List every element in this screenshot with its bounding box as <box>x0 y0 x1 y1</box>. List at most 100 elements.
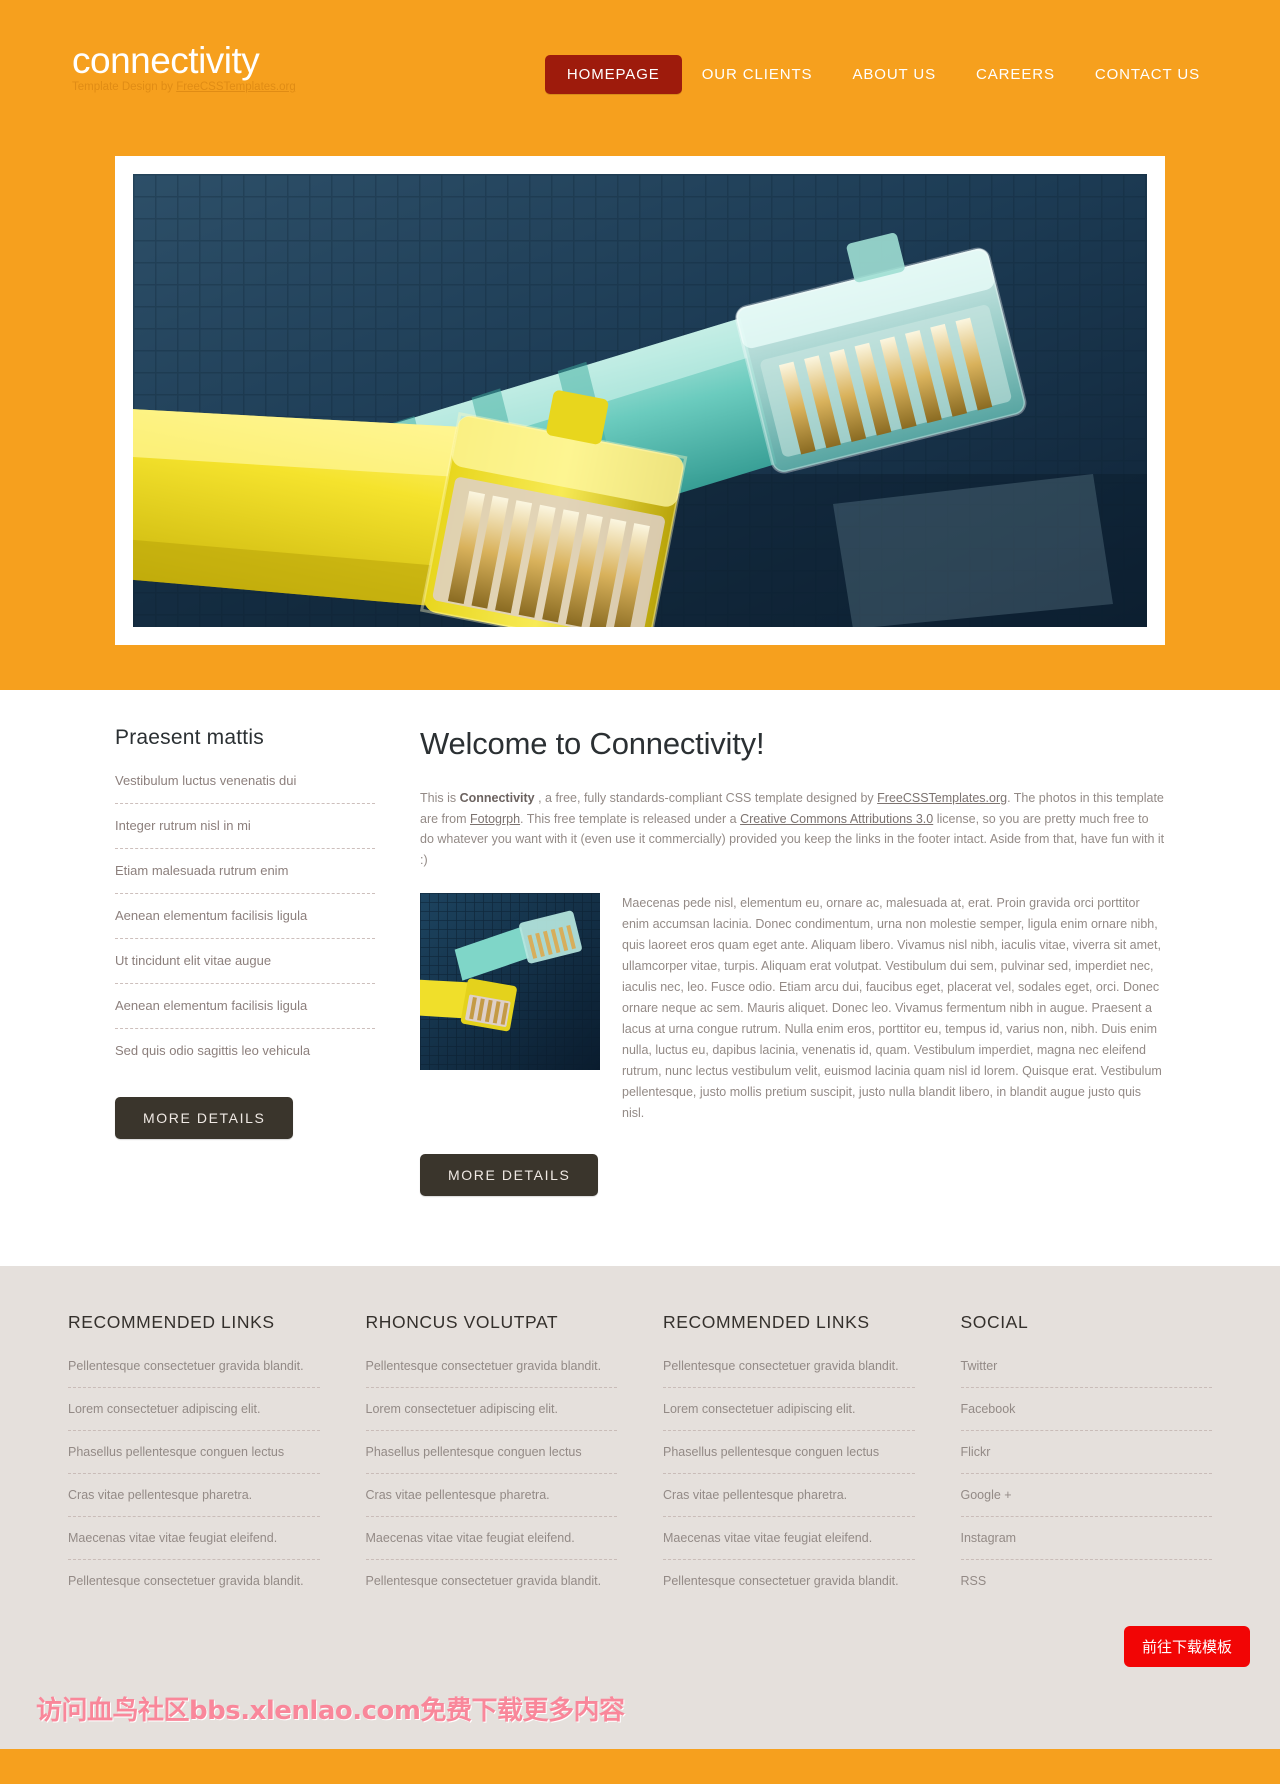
footer-link[interactable]: Lorem consectetuer adipiscing elit. <box>68 1402 260 1416</box>
footer-link[interactable]: Phasellus pellentesque conguen lectus <box>68 1445 284 1459</box>
footer-link[interactable]: Pellentesque consectetuer gravida blandi… <box>68 1359 304 1373</box>
list-item[interactable]: Pellentesque consectetuer gravida blandi… <box>365 1357 617 1388</box>
freecsstemplates-link[interactable]: FreeCSSTemplates.org <box>176 81 296 93</box>
nav-item-contact-us[interactable]: CONTACT US <box>1075 56 1220 93</box>
footer-list: Pellentesque consectetuer gravida blandi… <box>663 1357 915 1602</box>
list-item[interactable]: Phasellus pellentesque conguen lectus <box>663 1443 915 1474</box>
social-link-twitter[interactable]: Twitter <box>961 1359 998 1373</box>
footer-list: Pellentesque consectetuer gravida blandi… <box>365 1357 618 1602</box>
social-link-facebook[interactable]: Facebook <box>961 1402 1016 1416</box>
intro-paragraph: This is Connectivity , a free, fully sta… <box>420 788 1165 871</box>
list-item[interactable]: Sed quis odio sagittis leo vehicula <box>115 1042 375 1073</box>
list-item[interactable]: Flickr <box>960 1443 1212 1474</box>
footer-link[interactable]: Pellentesque consectetuer gravida blandi… <box>68 1574 304 1588</box>
nav-item-homepage[interactable]: HOMEPAGE <box>544 55 682 94</box>
thumbnail-illustration <box>420 892 600 1070</box>
bottom-orange-strip <box>0 1748 1280 1784</box>
footer-link[interactable]: Pellentesque consectetuer gravida blandi… <box>366 1574 602 1588</box>
footer-link[interactable]: Lorem consectetuer adipiscing elit. <box>366 1402 558 1416</box>
footer-list: Twitter Facebook Flickr Google + Instagr… <box>960 1357 1213 1602</box>
footer-heading: SOCIAL <box>960 1311 1029 1332</box>
site-logo-text[interactable]: connectivity <box>72 42 296 79</box>
footer-link[interactable]: Maecenas vitae vitae feugiat eleifend. <box>68 1531 277 1545</box>
list-item[interactable]: Pellentesque consectetuer gravida blandi… <box>68 1572 320 1602</box>
main-content: Praesent mattis Vestibulum luctus venena… <box>0 690 1280 1266</box>
footer-link[interactable]: Cras vitae pellentesque pharetra. <box>366 1488 550 1502</box>
footer-heading: RECOMMENDED LINKS <box>68 1311 275 1332</box>
social-link-instagram[interactable]: Instagram <box>961 1531 1017 1545</box>
list-item[interactable]: Phasellus pellentesque conguen lectus <box>365 1443 617 1474</box>
download-template-button[interactable]: 前往下载模板 <box>1123 1625 1250 1667</box>
main-navigation: HOMEPAGE OUR CLIENTS ABOUT US CAREERS CO… <box>544 55 1220 94</box>
hero-illustration <box>133 174 1147 627</box>
list-item[interactable]: Maecenas vitae vitae feugiat eleifend. <box>663 1529 915 1560</box>
list-item[interactable]: Vestibulum luctus venenatis dui <box>115 772 375 804</box>
list-item[interactable]: Pellentesque consectetuer gravida blandi… <box>663 1357 915 1388</box>
list-item[interactable]: Etiam malesuada rutrum enim <box>115 862 375 894</box>
list-item[interactable]: Cras vitae pellentesque pharetra. <box>365 1486 617 1517</box>
sidebar-more-details-button[interactable]: MORE DETAILS <box>115 1097 294 1139</box>
nav-item-our-clients[interactable]: OUR CLIENTS <box>682 56 833 93</box>
list-item[interactable]: Google + <box>960 1486 1212 1517</box>
footer-link[interactable]: Pellentesque consectetuer gravida blandi… <box>663 1574 899 1588</box>
hero-image <box>133 174 1147 627</box>
list-item[interactable]: Aenean elementum facilisis ligula <box>115 907 375 939</box>
page-title: Welcome to Connectivity! <box>420 726 765 761</box>
sidebar-link[interactable]: Aenean elementum facilisis ligula <box>115 998 307 1013</box>
content-thumbnail <box>420 892 600 1070</box>
footer-link[interactable]: Maecenas vitae vitae feugiat eleifend. <box>366 1531 575 1545</box>
footer-heading: RECOMMENDED LINKS <box>663 1311 870 1332</box>
sidebar-link[interactable]: Ut tincidunt elit vitae augue <box>115 953 271 968</box>
list-item[interactable]: Lorem consectetuer adipiscing elit. <box>68 1400 320 1431</box>
site-footer: RECOMMENDED LINKS Pellentesque consectet… <box>0 1265 1280 1749</box>
footer-link[interactable]: Cras vitae pellentesque pharetra. <box>68 1488 252 1502</box>
list-item[interactable]: Cras vitae pellentesque pharetra. <box>663 1486 915 1517</box>
footer-link[interactable]: Maecenas vitae vitae feugiat eleifend. <box>663 1531 872 1545</box>
footer-link[interactable]: Phasellus pellentesque conguen lectus <box>366 1445 582 1459</box>
list-item[interactable]: Pellentesque consectetuer gravida blandi… <box>663 1572 915 1602</box>
social-link-flickr[interactable]: Flickr <box>961 1445 991 1459</box>
nav-item-careers[interactable]: CAREERS <box>956 56 1075 93</box>
list-item[interactable]: Pellentesque consectetuer gravida blandi… <box>366 1572 618 1602</box>
social-link-google-plus[interactable]: Google + <box>961 1488 1012 1502</box>
footer-link[interactable]: Pellentesque consectetuer gravida blandi… <box>366 1359 602 1373</box>
content-more-details-button[interactable]: MORE DETAILS <box>420 1153 599 1196</box>
footer-link[interactable]: Lorem consectetuer adipiscing elit. <box>663 1402 855 1416</box>
page-root: connectivity Template Design by FreeCSST… <box>0 0 1280 1784</box>
social-link-rss[interactable]: RSS <box>961 1574 987 1588</box>
list-item[interactable]: Instagram <box>960 1529 1212 1560</box>
footer-link[interactable]: Pellentesque consectetuer gravida blandi… <box>663 1359 899 1373</box>
footer-link[interactable]: Cras vitae pellentesque pharetra. <box>663 1488 847 1502</box>
intro-link-fotogrph[interactable]: Fotogrph <box>470 812 520 826</box>
intro-link-freecsstemplates[interactable]: FreeCSSTemplates.org <box>877 791 1007 805</box>
list-item[interactable]: Maecenas vitae vitae feugiat eleifend. <box>365 1529 617 1560</box>
footer-column-social: SOCIAL Twitter Facebook Flickr Google + … <box>960 1311 1213 1614</box>
list-item[interactable]: Lorem consectetuer adipiscing elit. <box>663 1400 915 1431</box>
list-item[interactable]: Integer rutrum nisl in mi <box>115 817 375 849</box>
list-item[interactable]: RSS <box>961 1572 1213 1602</box>
sidebar-link[interactable]: Integer rutrum nisl in mi <box>115 818 251 833</box>
sidebar-link[interactable]: Etiam malesuada rutrum enim <box>115 863 288 878</box>
footer-heading: RHONCUS VOLUTPAT <box>365 1311 559 1332</box>
hero-section <box>0 136 1280 690</box>
list-item[interactable]: Twitter <box>960 1357 1212 1388</box>
list-item[interactable]: Maecenas vitae vitae feugiat eleifend. <box>68 1529 320 1560</box>
list-item[interactable]: Facebook <box>960 1400 1212 1431</box>
list-item[interactable]: Lorem consectetuer adipiscing elit. <box>365 1400 617 1431</box>
footer-bottom-bar: 访问血鸟社区bbs.xlenlao.com免费下载更多内容 前往下载模板 <box>0 1614 1280 1749</box>
footer-column-recommended-links-1: RECOMMENDED LINKS Pellentesque consectet… <box>68 1312 366 1614</box>
sidebar-link[interactable]: Aenean elementum facilisis ligula <box>115 908 307 923</box>
nav-item-about-us[interactable]: ABOUT US <box>832 56 956 93</box>
footer-link[interactable]: Phasellus pellentesque conguen lectus <box>663 1445 879 1459</box>
intro-brand: Connectivity <box>459 791 535 805</box>
list-item[interactable]: Aenean elementum facilisis ligula <box>115 997 375 1029</box>
sidebar: Praesent mattis Vestibulum luctus venena… <box>115 726 405 1196</box>
list-item[interactable]: Ut tincidunt elit vitae augue <box>115 952 375 984</box>
site-header: connectivity Template Design by FreeCSST… <box>0 0 1280 136</box>
list-item[interactable]: Phasellus pellentesque conguen lectus <box>68 1443 320 1474</box>
list-item[interactable]: Cras vitae pellentesque pharetra. <box>68 1486 320 1517</box>
sidebar-link[interactable]: Sed quis odio sagittis leo vehicula <box>115 1043 310 1058</box>
intro-link-creative-commons[interactable]: Creative Commons Attributions 3.0 <box>740 812 933 826</box>
list-item[interactable]: Pellentesque consectetuer gravida blandi… <box>68 1357 320 1388</box>
sidebar-link[interactable]: Vestibulum luctus venenatis dui <box>115 773 296 788</box>
